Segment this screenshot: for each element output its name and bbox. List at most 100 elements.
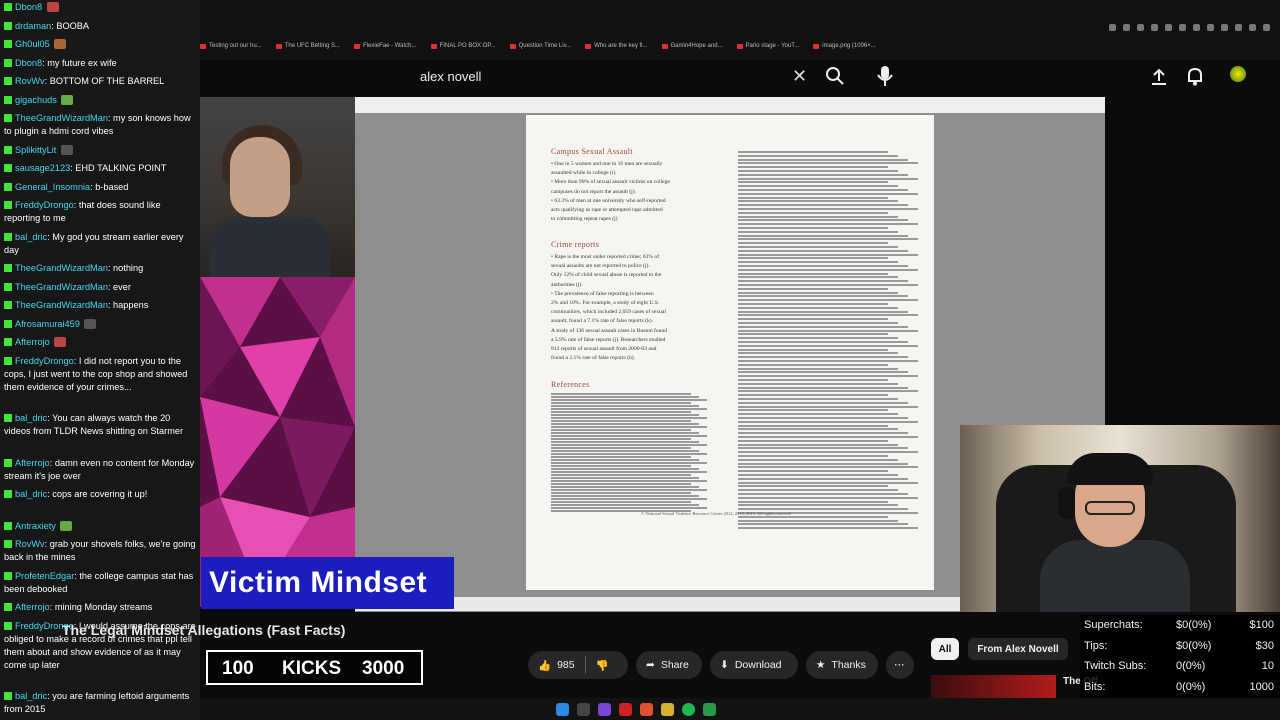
more-actions-button[interactable]: ⋯ <box>886 651 914 679</box>
chat-username[interactable]: Gh0ul05 <box>15 39 50 49</box>
bookmark-7[interactable]: Pario stage - YouT... <box>736 38 799 54</box>
chat-username[interactable]: Afterrojo <box>15 602 50 612</box>
chip-all[interactable]: All <box>931 638 959 660</box>
search-box[interactable]: alex novell ✕ <box>410 62 820 92</box>
bookmark-6[interactable]: Gamin4Hope and... <box>661 38 723 54</box>
share-button[interactable]: ➦ Share <box>636 651 702 679</box>
app-icon[interactable] <box>598 703 611 716</box>
account-avatar[interactable] <box>1230 66 1246 82</box>
unreadable-text-line <box>738 527 918 530</box>
unreadable-text-line <box>738 154 898 157</box>
search-input[interactable]: alex novell <box>420 69 481 84</box>
chat-username[interactable]: bal_dric <box>15 232 47 242</box>
unreadable-text-line <box>738 500 888 503</box>
unreadable-text-line <box>738 496 918 499</box>
chat-username[interactable]: ProfetenEdgar <box>15 571 74 581</box>
chat-username[interactable]: Antraxiety <box>15 521 56 531</box>
microphone-icon[interactable] <box>876 65 894 87</box>
chat-username[interactable]: gigachuds <box>15 95 57 105</box>
doc-line: to committing repeat rapes (j) <box>551 216 618 223</box>
taskbar-icons[interactable] <box>556 703 716 716</box>
download-icon: ⬇ <box>720 659 729 671</box>
chat-username[interactable]: General_Insomnia <box>15 182 90 192</box>
chat-username[interactable]: Dbon8 <box>15 58 42 68</box>
obs-icon[interactable] <box>619 703 632 716</box>
chat-username[interactable]: TheeGrandWizardMan <box>15 263 108 273</box>
bookmark-0[interactable]: Testing out our hu... <box>200 38 262 54</box>
kick-badge-icon <box>4 145 12 154</box>
kick-badge-icon <box>4 77 12 85</box>
thanks-button[interactable]: ★ Thanks <box>806 651 878 679</box>
chat-username[interactable]: Afterrojo <box>15 458 50 468</box>
unreadable-text-line <box>738 348 888 351</box>
unreadable-text-line <box>738 204 908 207</box>
unreadable-text-line <box>738 489 898 492</box>
chat-text: my future ex wife <box>47 57 117 68</box>
bookmark-8[interactable]: image.png (1006×... <box>813 38 876 54</box>
chat-username[interactable]: FreddyDrongo <box>15 200 74 210</box>
unreadable-text-line <box>738 200 898 203</box>
unreadable-text-line <box>551 489 707 491</box>
unreadable-text-line <box>738 151 888 153</box>
chat-username[interactable]: SplikittyLit <box>15 145 56 155</box>
thumbs-up-icon[interactable]: 👍 <box>538 659 551 672</box>
chat-username[interactable]: TheeGrandWizardMan <box>15 282 108 292</box>
chip-from-channel[interactable]: From Alex Novell <box>968 638 1068 660</box>
thumbs-down-icon[interactable]: 👎 <box>596 659 609 672</box>
bookmark-5[interactable]: Who are the key fi... <box>585 38 648 54</box>
bookmark-favicon-icon <box>509 43 516 49</box>
search-taskbar-icon[interactable] <box>577 703 590 716</box>
chat-username[interactable]: bal_dric <box>15 691 47 701</box>
kick-badge-icon <box>4 458 12 467</box>
kicks-current: 100 <box>222 658 254 679</box>
explorer-icon[interactable] <box>661 703 674 716</box>
chat-username[interactable]: RovWv <box>15 76 45 86</box>
bookmark-favicon-icon <box>813 43 820 49</box>
chat-username[interactable]: drdaman <box>15 21 51 31</box>
chat-username[interactable]: TheeGrandWizardMan <box>15 113 108 123</box>
unreadable-text-line <box>738 455 888 457</box>
browser-extension-icons[interactable] <box>1109 24 1270 31</box>
clear-search-icon[interactable]: ✕ <box>792 66 807 87</box>
unreadable-text-line <box>738 352 898 355</box>
chat-username[interactable]: RovWv <box>15 539 45 549</box>
kick-badge-icon <box>4 356 12 365</box>
chat-message: TheeGrandWizardMan: nothing <box>4 262 198 275</box>
donation-progress: $0(0%) <box>1176 639 1212 652</box>
bookmark-4[interactable]: Question Time Liv... <box>509 38 571 54</box>
bookmark-3[interactable]: FINAL PO BOX OP... <box>430 38 496 54</box>
search-icon[interactable] <box>825 66 845 86</box>
kick-badge-icon <box>4 571 12 580</box>
notification-bell-icon[interactable] <box>1186 66 1204 86</box>
unreadable-text-line <box>738 519 898 522</box>
doc-line: 812 reports of sexual assault from 2000-… <box>551 346 657 352</box>
download-button[interactable]: ⬇ Download <box>710 651 798 679</box>
bookmark-label: image.png (1006×... <box>822 43 876 49</box>
chat-username[interactable]: Dbon8 <box>15 2 42 12</box>
doc-line: acts qualifying as rape or attempted rap… <box>551 207 663 213</box>
chat-username[interactable]: bal_dric <box>15 489 47 499</box>
browser-icon[interactable] <box>640 703 653 716</box>
kick-badge-icon <box>4 201 12 209</box>
kick-badge-icon <box>4 621 12 630</box>
spotify-icon[interactable] <box>682 703 695 716</box>
chat-username[interactable]: Afterrojo <box>15 337 50 347</box>
bookmark-1[interactable]: The UFC Betting S... <box>275 38 340 54</box>
like-dislike-button[interactable]: 👍 985 👎 <box>528 651 628 679</box>
bookmark-2[interactable]: FlexieFae - Watch... <box>354 38 417 54</box>
start-icon[interactable] <box>556 703 569 716</box>
chat-username[interactable]: TheeGrandWizardMan <box>15 300 108 310</box>
unreadable-text-line <box>738 360 918 362</box>
chat-username[interactable]: Afrosamurai459 <box>15 319 80 329</box>
kick-badge-icon <box>4 164 12 172</box>
unreadable-text-line <box>551 498 707 500</box>
upload-icon[interactable] <box>1150 68 1168 86</box>
unreadable-text-line <box>551 423 699 425</box>
unreadable-text-line <box>738 314 918 317</box>
doc-heading-crime: Crime reports <box>551 240 600 249</box>
chat-username[interactable]: bal_dric <box>15 413 47 423</box>
app2-icon[interactable] <box>703 703 716 716</box>
chat-username[interactable]: FreddyDrongo <box>15 356 74 366</box>
unreadable-text-line <box>738 428 898 431</box>
chat-username[interactable]: sausage2123 <box>15 163 70 173</box>
